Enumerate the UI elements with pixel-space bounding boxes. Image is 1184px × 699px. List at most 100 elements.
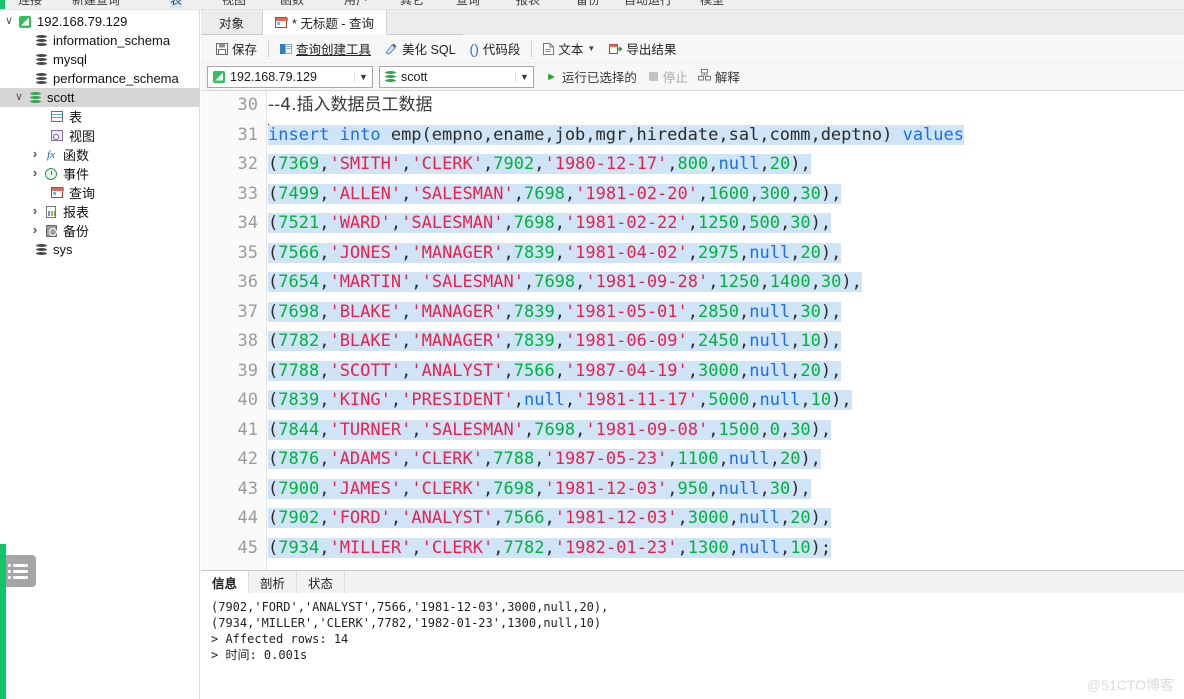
save-button[interactable]: 保存: [209, 38, 264, 60]
tree-item-sys[interactable]: sys: [0, 240, 199, 259]
connection-tree[interactable]: 192.168.79.129 information_schemamysql per…: [0, 10, 199, 259]
code-snippet-button[interactable]: () 代码段: [463, 38, 528, 60]
main-toolbar-item[interactable]: 模型: [700, 0, 724, 8]
results-tab[interactable]: 剖析: [249, 571, 298, 593]
code-line[interactable]: (7876,'ADAMS','CLERK',7788,'1987-05-23',…: [268, 445, 1184, 475]
tree-item-n11[interactable]: 备份: [0, 221, 199, 240]
chevron-open-icon[interactable]: [2, 12, 16, 31]
token-plain: (: [268, 478, 279, 499]
chevron-down-icon[interactable]: ▼: [587, 44, 595, 53]
main-toolbar-item[interactable]: 新建查询: [72, 0, 120, 8]
chevron-closed-icon[interactable]: [28, 201, 42, 222]
code-line[interactable]: (7566,'JONES','MANAGER',7839,'1981-04-02…: [268, 239, 1184, 269]
code-line[interactable]: (7521,'WARD','SALESMAN',7698,'1981-02-22…: [268, 209, 1184, 239]
token-str: '1981-09-28': [585, 272, 709, 292]
code-line[interactable]: (7782,'BLAKE','MANAGER',7839,'1981-06-09…: [268, 327, 1184, 357]
code-line[interactable]: (7844,'TURNER','SALESMAN',7698,'1981-09-…: [268, 416, 1184, 446]
code-line[interactable]: insert into emp(empno,ename,job,mgr,hire…: [268, 121, 1184, 151]
main-toolbar-item[interactable]: 连接: [18, 0, 42, 8]
main-toolbar-item[interactable]: 用户: [344, 0, 368, 8]
token-plain: ,: [728, 508, 739, 528]
main-toolbar-item[interactable]: 报表: [516, 0, 540, 8]
main-toolbar-item[interactable]: 备份: [576, 0, 600, 8]
token-plain: emp(empno,ename,job,mgr,hiredate,sal,com…: [380, 124, 903, 145]
chevron-closed-icon[interactable]: [28, 144, 42, 165]
tree-item-n9[interactable]: 查询: [0, 183, 199, 202]
tab-objects[interactable]: 对象: [201, 10, 263, 35]
code-line[interactable]: (7902,'FORD','ANALYST',7566,'1981-12-03'…: [268, 504, 1184, 534]
connection-select[interactable]: 192.168.79.129 ▼: [207, 65, 373, 88]
main-toolbar-item[interactable]: 函数: [280, 0, 304, 8]
token-num: 7698: [493, 478, 535, 499]
token-plain: ,: [769, 449, 780, 469]
token-plain: ,: [779, 508, 791, 528]
selected-text: (7788,'SCOTT','ANALYST',7566,'1987-04-19…: [268, 360, 842, 381]
main-toolbar-item[interactable]: 视图: [222, 0, 246, 8]
connection-bar[interactable]: 192.168.79.129 ▼ scott ▼ ► 运行已选择的 停止 解释: [201, 63, 1184, 91]
tree-item-n5[interactable]: 表: [0, 107, 199, 126]
token-plain: ,: [708, 154, 719, 174]
tree-item-n8[interactable]: 事件: [0, 164, 199, 183]
sql-code-area[interactable]: --4.插入数据员工数据 insert into emp(empno,ename,…: [268, 91, 1184, 570]
tree-item-information_schema[interactable]: information_schema: [0, 31, 199, 50]
tree-item-n10[interactable]: 报表: [0, 202, 199, 221]
run-selected-button[interactable]: ► 运行已选择的: [540, 67, 643, 86]
token-plain: ,: [319, 183, 330, 204]
token-num: 1300: [687, 537, 729, 558]
code-text: --4.插入数据员工数据: [268, 95, 433, 115]
main-toolbar-item[interactable]: 表: [170, 0, 183, 8]
chevron-closed-icon[interactable]: [28, 163, 42, 184]
token-num: 7698: [523, 183, 565, 204]
code-line[interactable]: (7934,'MILLER','CLERK',7782,'1982-01-23'…: [268, 534, 1184, 564]
tree-item-performance_schema[interactable]: performance_schema: [0, 69, 199, 88]
text-button[interactable]: 文本 ▼: [536, 38, 602, 60]
tree-item-scott[interactable]: scott: [0, 88, 199, 107]
document-tabbar[interactable]: 对象 * 无标题 - 查询: [201, 10, 1184, 35]
code-line[interactable]: (7839,'KING','PRESIDENT',null,'1981-11-1…: [268, 386, 1184, 416]
explain-button[interactable]: 解释: [694, 67, 744, 86]
results-tab[interactable]: 信息: [201, 571, 250, 593]
code-line[interactable]: (7788,'SCOTT','ANALYST',7566,'1987-04-19…: [268, 357, 1184, 387]
sql-editor[interactable]: 30 31 32 33 34 35 36 37 38 39 40 41 42 43 44 45 --4.插入数…: [201, 91, 1184, 570]
beautify-sql-button[interactable]: 美化 SQL: [378, 38, 463, 60]
tree-item-n7[interactable]: fx 函数: [0, 145, 199, 164]
token-plain: ,: [779, 213, 791, 233]
chevron-closed-icon[interactable]: [28, 220, 42, 241]
object-tree-sidebar[interactable]: 192.168.79.129 information_schemamysql per…: [0, 10, 200, 699]
token-str: 'MANAGER': [411, 331, 504, 351]
chevron-down-icon[interactable]: ▼: [515, 71, 533, 82]
tree-item-label: 视图: [69, 129, 96, 144]
main-toolbar-item[interactable]: 自动运行: [624, 0, 672, 8]
results-tab[interactable]: 状态: [297, 571, 346, 593]
code-line[interactable]: (7369,'SMITH','CLERK',7902,'1980-12-17',…: [268, 150, 1184, 180]
chevron-down-icon[interactable]: ▼: [354, 71, 372, 82]
main-toolbar-item[interactable]: 查询: [456, 0, 480, 8]
tree-item-19216879129[interactable]: 192.168.79.129: [0, 12, 199, 31]
database-icon: [32, 72, 50, 85]
export-result-button[interactable]: 导出结果: [602, 38, 683, 60]
tab-query[interactable]: * 无标题 - 查询: [263, 10, 387, 35]
main-toolbar[interactable]: 连接 新建查询 表 视图 函数 用户 其它 查询 报表 备份 自动运行 模型: [0, 0, 1184, 10]
token-plain: ,: [401, 301, 412, 322]
results-tabbar[interactable]: 信息 剖析 状态: [201, 571, 1184, 593]
token-str: 'BLAKE': [329, 301, 402, 322]
code-line[interactable]: --4.插入数据员工数据: [268, 91, 1184, 121]
selected-text: (7902,'FORD','ANALYST',7566,'1981-12-03'…: [268, 508, 832, 528]
database-select[interactable]: scott ▼: [379, 65, 534, 88]
code-line[interactable]: (7698,'BLAKE','MANAGER',7839,'1981-05-01…: [268, 298, 1184, 328]
token-num: 800: [677, 154, 709, 174]
tree-item-mysql[interactable]: mysql: [0, 50, 199, 69]
token-num: 7369: [278, 154, 320, 174]
token-plain: ,: [687, 213, 699, 233]
chevron-open-icon[interactable]: [12, 88, 26, 107]
main-toolbar-item[interactable]: 其它: [400, 0, 424, 8]
code-line[interactable]: (7900,'JAMES','CLERK',7698,'1981-12-03',…: [268, 475, 1184, 505]
code-line[interactable]: (7654,'MARTIN','SALESMAN',7698,'1981-09-…: [268, 268, 1184, 298]
tree-item-n6[interactable]: 视图: [0, 126, 199, 145]
query-builder-button[interactable]: 查询创建工具: [273, 38, 378, 60]
query-icon: [275, 16, 288, 28]
token-plain: ,: [493, 537, 504, 558]
query-toolbar[interactable]: 保存 查询创建工具 美化 SQL () 代码段 文本 ▼ 导出结果: [201, 35, 1184, 63]
token-str: 'PRESIDENT': [401, 390, 514, 410]
code-line[interactable]: (7499,'ALLEN','SALESMAN',7698,'1981-02-2…: [268, 180, 1184, 210]
